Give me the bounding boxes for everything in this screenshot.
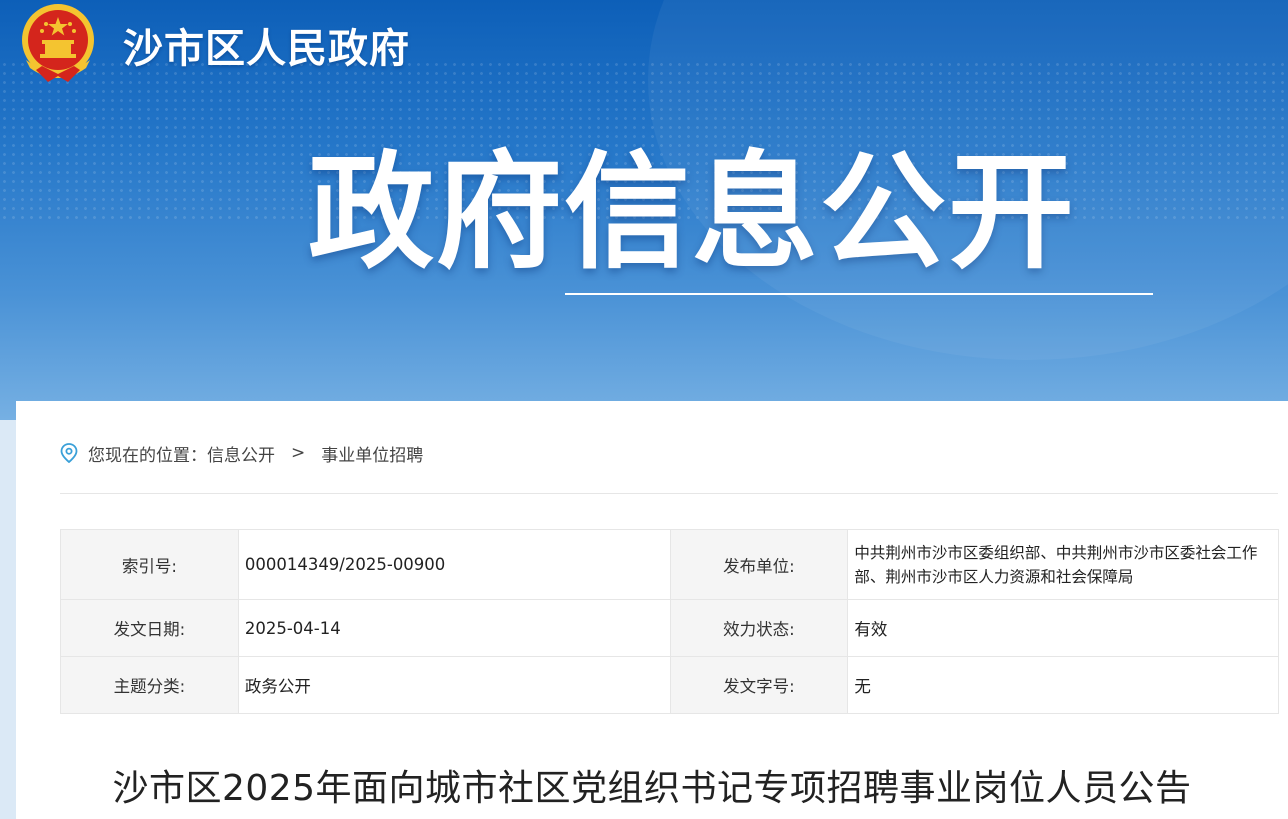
location-pin-icon <box>60 443 78 463</box>
meta-value-index: 000014349/2025-00900 <box>237 529 671 600</box>
meta-label-category: 主题分类: <box>60 656 239 714</box>
meta-value-publisher: 中共荆州市沙市区委组织部、中共荆州市沙市区委社会工作部、荆州市沙市区人力资源和社… <box>847 529 1279 600</box>
meta-label-index: 索引号: <box>60 529 239 600</box>
breadcrumb-divider <box>60 493 1278 494</box>
meta-row: 发文日期: 2025-04-14 效力状态: 有效 <box>60 599 1279 657</box>
meta-label-issue-date: 发文日期: <box>60 599 239 657</box>
meta-row: 索引号: 000014349/2025-00900 发布单位: 中共荆州市沙市区… <box>60 529 1279 600</box>
meta-label-doc-number: 发文字号: <box>669 656 849 714</box>
meta-label-publisher: 发布单位: <box>669 529 849 600</box>
meta-row: 主题分类: 政务公开 发文字号: 无 <box>60 656 1279 714</box>
content-panel: 您现在的位置： 信息公开 > 事业单位招聘 索引号: 000014349/202… <box>16 401 1288 819</box>
document-meta-table: 索引号: 000014349/2025-00900 发布单位: 中共荆州市沙市区… <box>60 529 1279 714</box>
header-banner: 沙市区人民政府 政府信息公开 <box>0 0 1288 420</box>
breadcrumb: 您现在的位置： 信息公开 > 事业单位招聘 <box>60 441 423 466</box>
breadcrumb-prefix: 您现在的位置： <box>88 445 207 466</box>
meta-label-validity: 效力状态: <box>669 599 849 657</box>
meta-value-validity: 有效 <box>847 599 1279 657</box>
meta-value-doc-number: 无 <box>847 656 1279 714</box>
site-name[interactable]: 沙市区人民政府 <box>123 16 410 74</box>
breadcrumb-item-recruitment[interactable]: 事业单位招聘 <box>321 441 423 466</box>
title-underline <box>565 293 1153 295</box>
meta-value-category: 政务公开 <box>237 656 671 714</box>
breadcrumb-separator: > <box>291 443 306 463</box>
article-title: 沙市区2025年面向城市社区党组织书记专项招聘事业岗位人员公告 <box>112 768 1192 809</box>
national-emblem-icon[interactable] <box>16 2 100 84</box>
breadcrumb-item-info-disclosure[interactable]: 信息公开 <box>207 441 275 466</box>
meta-value-issue-date: 2025-04-14 <box>237 599 671 657</box>
section-title: 政府信息公开 <box>308 139 1076 286</box>
